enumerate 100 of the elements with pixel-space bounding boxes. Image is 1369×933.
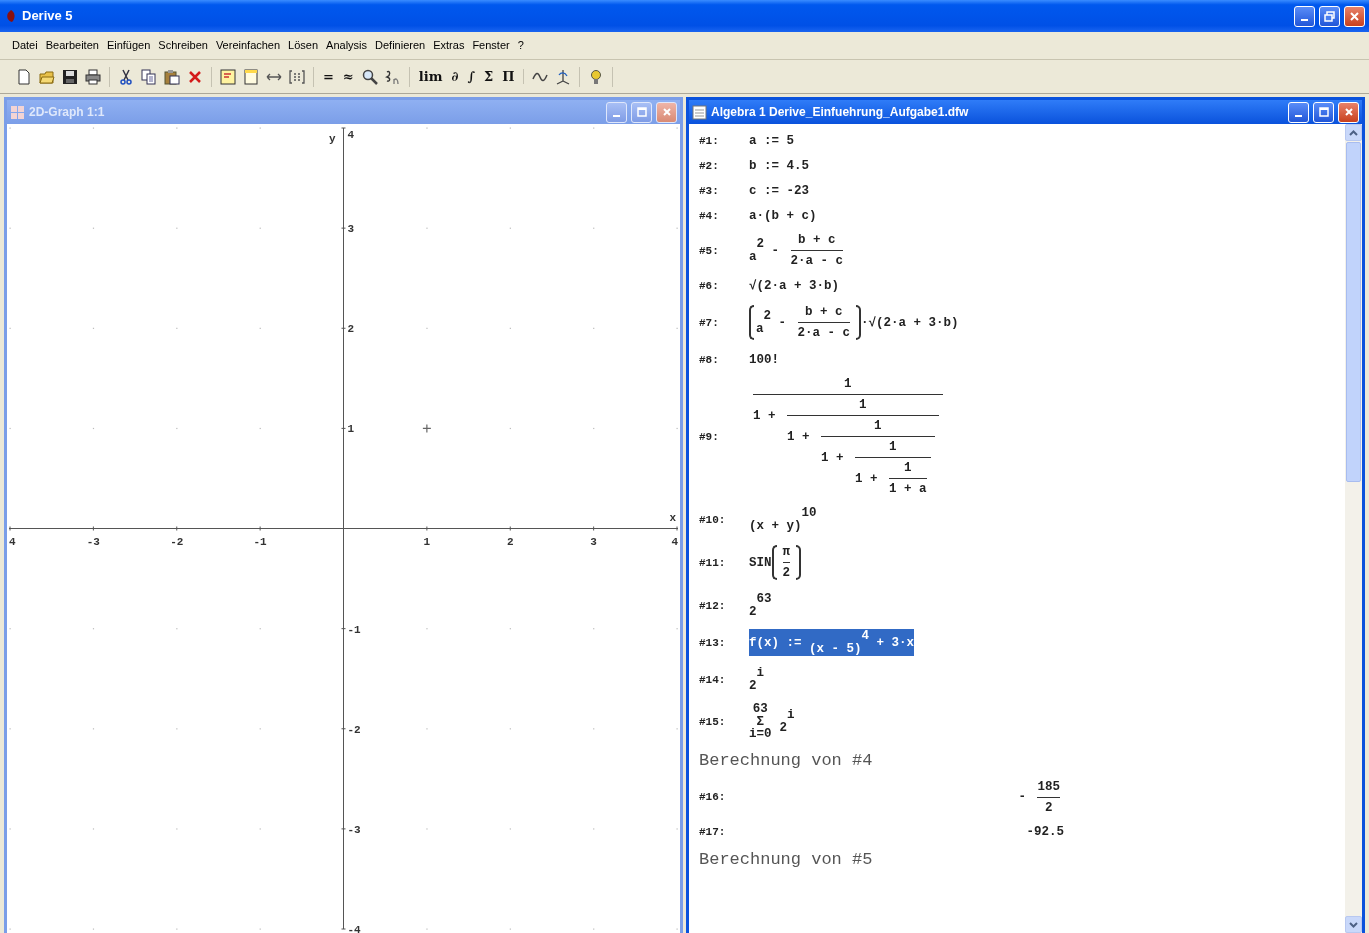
axes-icon[interactable] [555,68,572,85]
close-icon [661,107,672,117]
toolbar-button[interactable]: ∫ [464,69,478,84]
formula[interactable]: -92.5 [749,825,1064,839]
window-title: Algebra 1 Derive_Einfuehrung_Aufgabe1.dfw [711,104,969,121]
minimize-button[interactable] [606,101,627,123]
formula[interactable]: 100! [749,352,779,367]
search-icon[interactable] [361,68,378,85]
folder-icon[interactable] [39,68,55,85]
tick-label: -3 [347,823,361,836]
tick-label: 4 [671,535,678,548]
restore-button[interactable] [1319,5,1340,27]
formula[interactable]: 2 i [749,666,765,693]
menu-item[interactable]: Schreiben [154,35,212,56]
window-title: Derive 5 [22,7,73,26]
tick-label: -1 [253,535,267,548]
document-window-icon [692,104,707,120]
printer-icon[interactable] [85,68,101,85]
close-icon [1349,10,1360,22]
menu-item[interactable]: Extras [429,35,469,56]
entry-label: #15: [699,715,727,728]
menu-item[interactable]: Bearbeiten [41,35,103,56]
document-icon[interactable] [16,68,32,85]
toolbar-button[interactable]: ≈ [339,69,357,84]
formula[interactable]: a·(b + c) [749,208,817,223]
menu-item[interactable]: Definieren [371,35,430,56]
toolbar-button[interactable]: = [320,69,337,84]
caret-up-icon [1349,129,1358,136]
entry-label: #4: [699,209,720,222]
copy-icon[interactable] [141,68,157,85]
tick-label: -2 [170,535,184,548]
entry-label: #11: [699,556,727,569]
matrix-icon[interactable] [289,68,305,85]
entry-label: #1: [699,134,720,147]
entry-label: #7: [699,316,720,329]
menu-item[interactable]: Vereinfachen [211,35,285,56]
entry-label: #3: [699,184,720,197]
menu-item[interactable]: Lösen [284,35,323,56]
tick-label: -4 [347,924,361,933]
graph-window-icon [10,104,25,120]
scroll-down-button[interactable] [1345,916,1362,933]
formula[interactable]: 2 63 [749,592,772,619]
entry-label: #5: [699,244,720,257]
entry-label: #14: [699,673,727,686]
comment-text[interactable]: Berechnung von #4 [699,750,873,770]
menu-item[interactable]: Datei [8,35,42,56]
formula[interactable]: √(2·a + 3·b) [749,278,839,293]
clipboard-icon[interactable] [164,68,180,85]
comment-text[interactable]: Berechnung von #5 [699,849,873,869]
maximize-icon [636,107,647,117]
maximize-button[interactable] [631,101,652,123]
entry-label: #17: [699,826,727,838]
minimize-icon [1295,115,1302,117]
cross-icon[interactable] [187,68,203,85]
tick-label: 4 [9,535,16,548]
tick-label: -2 [347,723,361,736]
toolbar-button[interactable]: Σ [480,69,497,84]
axis-label: x [669,511,676,524]
close-button[interactable] [656,101,677,123]
menu-item[interactable]: ? [513,35,528,56]
toolbar-button[interactable]: lim [415,69,446,84]
note-icon[interactable] [220,68,236,85]
tick-label: -1 [347,623,361,636]
scrollbar[interactable] [1345,124,1362,933]
tick-label: 3 [347,223,355,236]
formula[interactable]: b := 4.5 [749,158,809,173]
toolbar-button[interactable]: ∂ [448,69,462,84]
scissors-icon[interactable] [118,68,134,85]
formula[interactable]: c := -23 [749,183,809,198]
minimize-icon [1301,19,1308,21]
entry-label: #13: [699,636,727,649]
entry-label: #10: [699,513,727,526]
toolbar-button[interactable]: Π [499,69,518,84]
note-icon[interactable] [243,68,259,85]
tick-label: 3 [590,535,597,548]
close-icon [1343,107,1354,117]
menu-item[interactable]: Fenster [468,35,514,56]
scroll-thumb[interactable] [1346,142,1361,482]
formula[interactable]: a := 5 [749,133,794,148]
tick-label: 1 [347,423,355,436]
minimize-icon [613,115,620,117]
scroll-up-button[interactable] [1345,124,1362,141]
tick-label: 2 [347,323,355,336]
entry-label: #2: [699,159,720,172]
entry-label: #6: [699,279,720,292]
tick-label: -3 [86,535,100,548]
menu-item[interactable]: Analysis [322,35,372,56]
menu-item[interactable]: Einfügen [102,35,155,56]
maximize-icon [1318,107,1329,117]
subscript-icon[interactable] [384,68,401,85]
restore-icon [1324,10,1335,22]
tick-label: 4 [347,129,355,141]
formula[interactable]: f(x) := (x - 5) 4 + 3·x [749,629,915,656]
tick-label: 1 [423,535,431,548]
entry-label: #12: [699,599,727,612]
entry-label: #16: [699,791,727,803]
formula[interactable]: (x + y) 10 [749,506,817,533]
formula[interactable]: 1 1 + 1 1 + 1 1 + 1 1 + 1 1 + a [749,377,947,496]
caret-down-icon [1349,921,1358,928]
tick-label: 2 [506,535,514,548]
